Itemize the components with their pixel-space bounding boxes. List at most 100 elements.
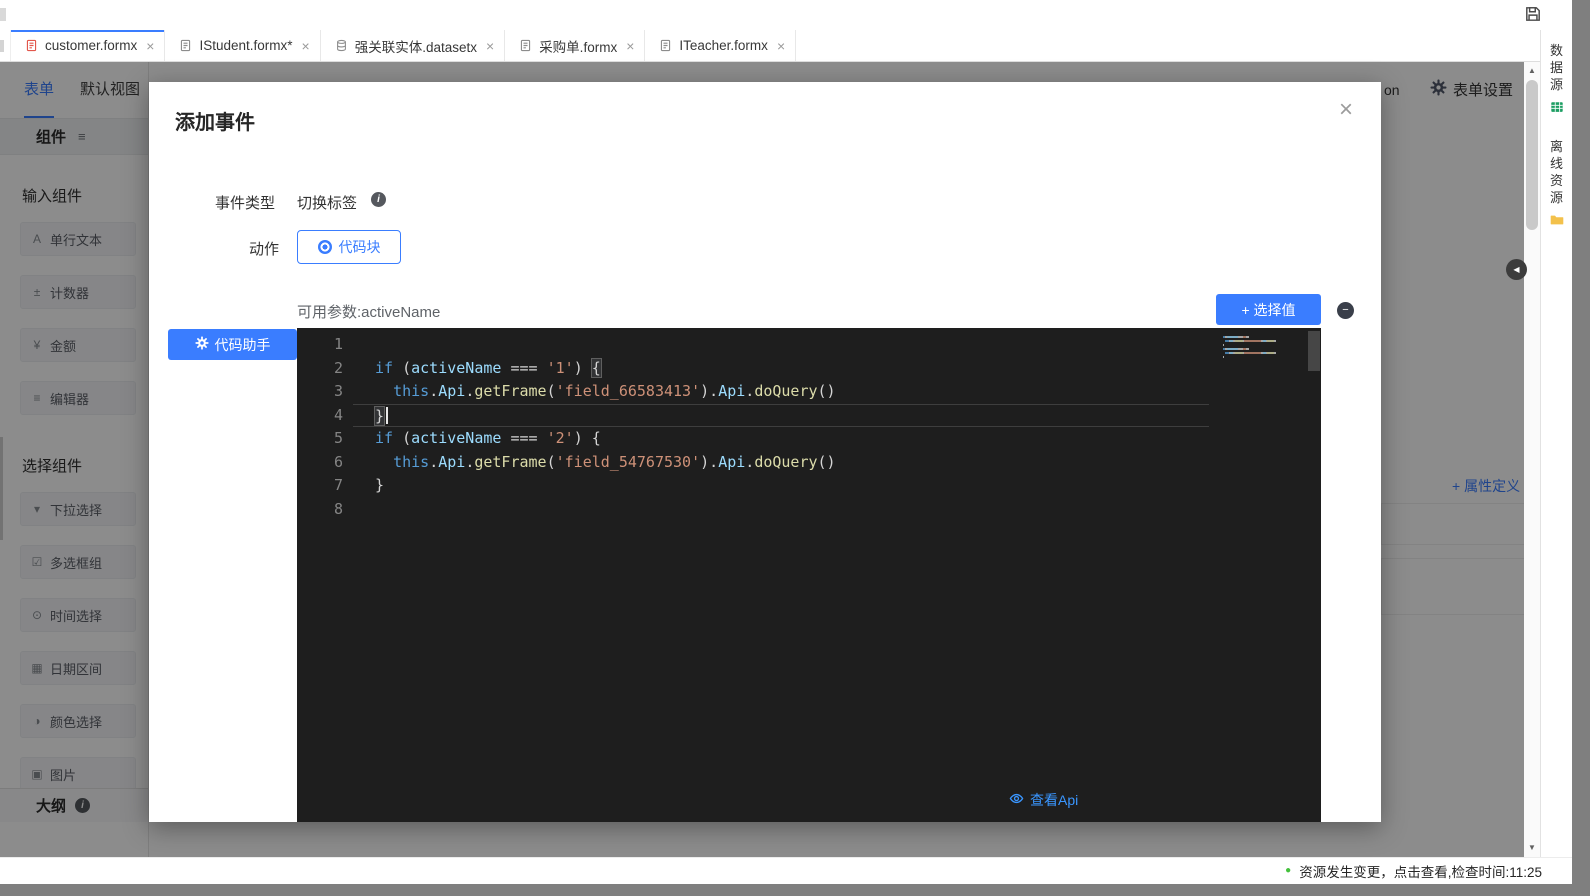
code-text <box>343 498 375 522</box>
file-tab[interactable]: IStudent.formx* × <box>165 30 320 61</box>
dataset-file-icon <box>335 39 348 52</box>
code-line[interactable]: 6 this.Api.getFrame('field_54767530').Ap… <box>297 451 1209 475</box>
code-text <box>343 333 375 357</box>
code-line[interactable]: 3 this.Api.getFrame('field_66583413').Ap… <box>297 380 1209 404</box>
code-helper-button[interactable]: 代码助手 <box>168 329 297 360</box>
app-window: customer.formx×IStudent.formx*×强关联实体.dat… <box>0 0 1590 896</box>
line-number: 5 <box>297 427 343 451</box>
tab-close-icon[interactable]: × <box>486 38 494 54</box>
view-api-link[interactable]: 查看Api <box>1009 790 1078 810</box>
editor-minimap[interactable] <box>1223 332 1305 364</box>
line-number: 1 <box>297 333 343 357</box>
action-label: 动作 <box>249 238 279 259</box>
code-token: doQuery <box>754 382 817 400</box>
view-api-label: 查看Api <box>1030 790 1078 810</box>
scroll-up-icon[interactable]: ▲ <box>1524 64 1540 78</box>
code-token: Api <box>718 453 745 471</box>
minimap-line <box>1223 348 1305 350</box>
code-lines: 12if (activeName === '1') {3 this.Api.ge… <box>297 328 1321 521</box>
file-tabbar: customer.formx×IStudent.formx*×强关联实体.dat… <box>0 30 1540 62</box>
code-token: '2' <box>547 429 574 447</box>
dialog-title: 添加事件 <box>175 106 255 135</box>
remove-icon[interactable]: − <box>1337 302 1354 319</box>
line-number: 7 <box>297 474 343 498</box>
code-token: if <box>375 359 393 377</box>
code-token: Api <box>438 453 465 471</box>
code-token: getFrame <box>474 453 546 471</box>
save-icon[interactable] <box>1522 4 1544 26</box>
folder-icon <box>1550 213 1564 227</box>
select-value-button[interactable]: + 选择值 <box>1216 294 1321 325</box>
code-block-option[interactable]: 代码块 <box>297 230 401 264</box>
file-tab-label: customer.formx <box>45 38 137 53</box>
scrollbar-thumb[interactable] <box>1526 80 1538 230</box>
code-line[interactable]: 2if (activeName === '1') { <box>297 357 1209 381</box>
file-tab[interactable]: customer.formx × <box>11 30 165 61</box>
code-token: if <box>375 429 393 447</box>
right-toolbar: 数据源离线资源 <box>1540 30 1572 857</box>
status-dot-icon: ● <box>1285 866 1291 876</box>
file-tab[interactable]: 采购单.formx × <box>505 30 645 61</box>
titlebar <box>0 0 1572 31</box>
minimap-line <box>1223 332 1305 334</box>
file-tab[interactable]: ITeacher.formx × <box>645 30 796 61</box>
code-token: activeName <box>411 429 501 447</box>
code-editor[interactable]: 12if (activeName === '1') {3 this.Api.ge… <box>297 328 1321 822</box>
tab-close-icon[interactable]: × <box>146 38 154 54</box>
file-tab-label: IStudent.formx* <box>199 38 292 53</box>
code-token: === <box>501 359 546 377</box>
code-token: { <box>592 359 601 377</box>
event-type-value: 切换标签 <box>297 192 357 213</box>
code-token: } <box>375 476 384 494</box>
code-line[interactable]: 7} <box>297 474 1209 498</box>
code-token: 'field_54767530' <box>556 453 701 471</box>
code-token: === <box>501 429 546 447</box>
code-text: } <box>343 404 388 428</box>
tab-close-icon[interactable]: × <box>626 38 634 54</box>
right-toolbar-item[interactable]: 离线资源 <box>1549 138 1565 227</box>
line-number: 4 <box>297 404 343 428</box>
available-params-label: 可用参数:activeName <box>297 301 440 322</box>
code-token <box>375 382 393 400</box>
form-file-icon <box>659 39 672 52</box>
info-icon: i <box>371 192 386 207</box>
minimap-line <box>1223 360 1305 362</box>
file-tab-label: 采购单.formx <box>539 36 617 56</box>
code-line[interactable]: 1 <box>297 333 1209 357</box>
scroll-down-icon[interactable]: ▼ <box>1524 841 1540 855</box>
code-block-label: 代码块 <box>339 237 381 257</box>
code-token: . <box>429 453 438 471</box>
code-line[interactable]: 4} <box>297 404 1209 428</box>
text-cursor <box>386 407 388 424</box>
dataset-icon <box>1550 100 1564 114</box>
code-text: this.Api.getFrame('field_54767530').Api.… <box>343 451 836 475</box>
file-tab-label: ITeacher.formx <box>679 38 768 53</box>
code-token: ( <box>547 382 556 400</box>
form-file-icon <box>519 39 532 52</box>
editor-scrollbar[interactable] <box>1308 331 1320 371</box>
code-line[interactable]: 5if (activeName === '2') { <box>297 427 1209 451</box>
code-token: Api <box>438 382 465 400</box>
code-helper-label: 代码助手 <box>215 335 271 355</box>
right-toolbar-item[interactable]: 数据源 <box>1549 42 1565 114</box>
minimap-line <box>1223 336 1305 338</box>
tabbar-edge-fragment <box>0 30 11 61</box>
code-line[interactable]: 8 <box>297 498 1209 522</box>
code-token: this <box>393 382 429 400</box>
main-scrollbar[interactable]: ▲ ▼ <box>1524 62 1540 857</box>
minimap-line <box>1223 356 1305 358</box>
collapse-panel-button[interactable]: ◀ <box>1506 259 1527 280</box>
add-event-dialog: 添加事件 × 事件类型 切换标签 i 动作 代码块 可用参数:activeNam… <box>149 82 1381 822</box>
close-icon[interactable]: × <box>1339 98 1353 122</box>
tab-close-icon[interactable]: × <box>302 38 310 54</box>
code-text: if (activeName === '2') { <box>343 427 601 451</box>
minimap-line <box>1223 340 1305 342</box>
eye-icon <box>1009 791 1024 809</box>
tab-close-icon[interactable]: × <box>777 38 785 54</box>
right-toolbar-item-label: 离线资源 <box>1549 138 1565 206</box>
minimap-line <box>1223 352 1305 354</box>
file-tab[interactable]: 强关联实体.datasetx× <box>321 30 505 61</box>
code-token: ). <box>700 382 718 400</box>
status-message[interactable]: 资源发生变更，点击查看,检查时间:11:25 <box>1299 861 1542 881</box>
code-token: () <box>818 382 836 400</box>
